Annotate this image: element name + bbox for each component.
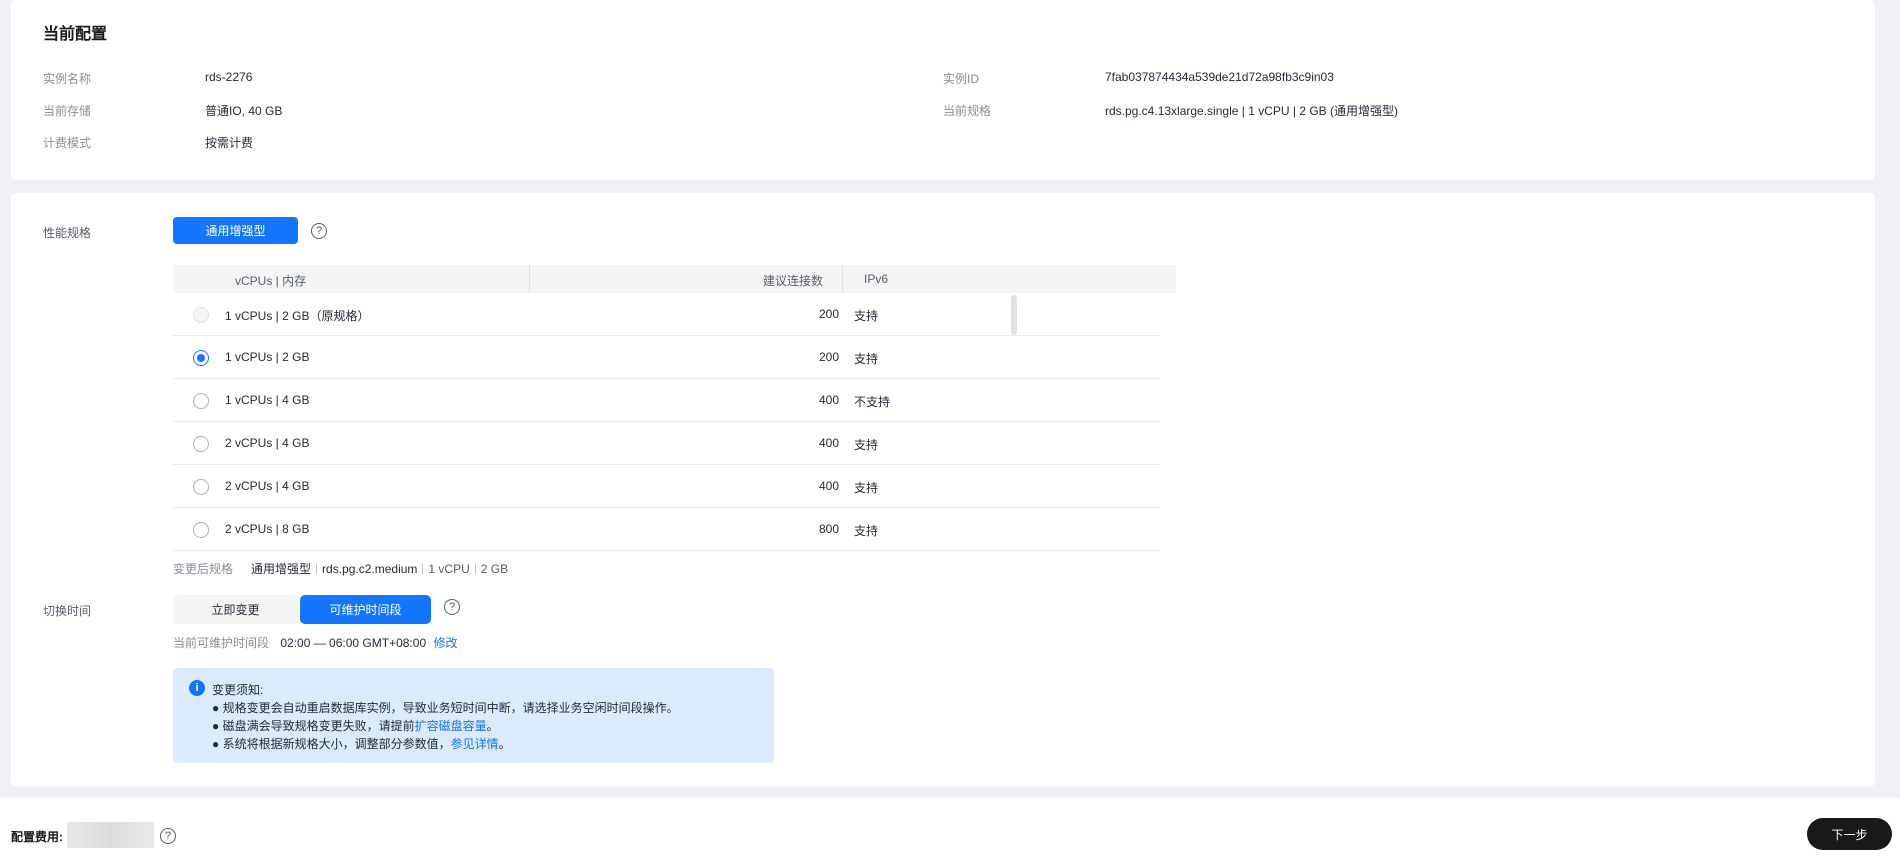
notice-text: 。 xyxy=(498,737,511,751)
spec-radio[interactable] xyxy=(193,350,209,366)
immediate-change-option[interactable]: 立即变更 xyxy=(173,595,298,624)
ipv6-cell: 支持 xyxy=(854,352,879,366)
after-spec-flavor: rds.pg.c2.medium xyxy=(322,561,418,576)
table-scrollbar[interactable] xyxy=(1011,295,1017,335)
info-icon: i xyxy=(189,680,205,696)
after-spec-type: 通用增强型 xyxy=(251,562,312,576)
ipv6-cell: 支持 xyxy=(854,438,879,452)
current-config-card: 当前配置 实例名称 rds-2276 实例ID 7fab037874434a53… xyxy=(11,0,1875,180)
spec-cell: 2 vCPUs | 4 GB xyxy=(225,479,310,493)
switch-time-label: 切换时间 xyxy=(43,604,92,618)
help-icon[interactable]: ? xyxy=(444,599,460,615)
column-divider xyxy=(529,265,530,293)
help-icon[interactable]: ? xyxy=(311,223,327,239)
billing-label: 计费模式 xyxy=(43,136,92,150)
switch-time-selector: 立即变更 可维护时间段 xyxy=(173,595,431,624)
modify-link[interactable]: 修改 xyxy=(433,636,457,650)
change-notice: i 变更须知: ● 规格变更会自动重启数据库实例，导致业务短时间中断，请选择业务… xyxy=(173,668,774,763)
column-header-vcpus: vCPUs | 内存 xyxy=(235,274,307,288)
config-fee-value xyxy=(67,822,154,848)
connections-cell: 200 xyxy=(818,307,839,321)
ipv6-cell: 支持 xyxy=(854,309,879,323)
spec-radio[interactable] xyxy=(193,436,209,452)
divider xyxy=(474,563,476,574)
after-spec-memory: 2 GB xyxy=(480,561,509,576)
maintenance-window-value: 02:00 — 06:00 GMT+08:00 xyxy=(280,636,427,650)
instance-name-value: rds-2276 xyxy=(205,70,253,84)
divider xyxy=(316,563,318,574)
connections-cell: 400 xyxy=(818,479,839,493)
billing-value: 按需计费 xyxy=(205,136,254,150)
spec-cell: 1 vCPUs | 4 GB xyxy=(225,393,310,407)
instance-id-label: 实例ID xyxy=(943,72,980,86)
instance-id-value: 7fab037874434a539de21d72a98fb3c9in03 xyxy=(1105,70,1334,84)
notice-text: 。 xyxy=(486,719,499,733)
spec-row[interactable]: 2 vCPUs | 8 GB 800 支持 xyxy=(173,508,1160,551)
maintenance-window-option[interactable]: 可维护时间段 xyxy=(300,595,431,624)
storage-label: 当前存储 xyxy=(43,104,92,118)
column-header-ipv6: IPv6 xyxy=(864,272,889,286)
notice-item: ● 系统将根据新规格大小，调整部分参数值，参见详情。 xyxy=(212,735,511,752)
notice-item: ● 规格变更会自动重启数据库实例，导致业务短时间中断，请选择业务空闲时间段操作。 xyxy=(212,701,679,715)
column-header-connections: 建议连接数 xyxy=(763,274,824,288)
maintenance-window-label: 当前可维护时间段 xyxy=(173,636,270,650)
see-details-link[interactable]: 参见详情 xyxy=(451,737,499,751)
performance-label: 性能规格 xyxy=(43,226,92,240)
spec-cell: 1 vCPUs | 2 GB（原规格） xyxy=(225,309,370,323)
spec-row[interactable]: 1 vCPUs | 2 GB 200 支持 xyxy=(173,336,1160,379)
notice-text: ● 系统将根据新规格大小，调整部分参数值， xyxy=(212,737,451,751)
spec-row[interactable]: 1 vCPUs | 4 GB 400 不支持 xyxy=(173,379,1160,422)
spec-radio[interactable] xyxy=(193,393,209,409)
notice-title: 变更须知: xyxy=(212,683,264,697)
storage-value: 普通IO, 40 GB xyxy=(205,104,283,118)
spec-cell: 1 vCPUs | 2 GB xyxy=(225,350,310,364)
current-config-title: 当前配置 xyxy=(43,26,108,43)
ipv6-cell: 支持 xyxy=(854,524,879,538)
config-fee-label: 配置费用: xyxy=(11,830,63,844)
spec-row[interactable]: 2 vCPUs | 4 GB 400 支持 xyxy=(173,465,1160,508)
next-step-button[interactable]: 下一步 xyxy=(1807,818,1892,850)
notice-item: ● 磁盘满会导致规格变更失败，请提前扩容磁盘容量。 xyxy=(212,717,499,734)
spec-table: vCPUs | 内存 建议连接数 IPv6 1 vCPUs | 2 GB（原规格… xyxy=(173,265,1176,555)
after-spec: 变更后规格 通用增强型 rds.pg.c2.medium 1 vCPU 2 GB xyxy=(173,560,508,577)
notice-text: ● 磁盘满会导致规格变更失败，请提前 xyxy=(212,719,415,733)
ipv6-cell: 支持 xyxy=(854,481,879,495)
table-header: vCPUs | 内存 建议连接数 IPv6 xyxy=(173,265,1176,293)
current-spec-label: 当前规格 xyxy=(943,104,992,118)
maintenance-window: 当前可维护时间段 02:00 — 06:00 GMT+08:00 修改 xyxy=(173,634,457,651)
spec-cell: 2 vCPUs | 4 GB xyxy=(225,436,310,450)
connections-cell: 800 xyxy=(818,522,839,536)
connections-cell: 400 xyxy=(818,393,839,407)
help-icon[interactable]: ? xyxy=(160,828,176,844)
current-spec-value: rds.pg.c4.13xlarge.single | 1 vCPU | 2 G… xyxy=(1105,104,1398,118)
instance-name-label: 实例名称 xyxy=(43,72,92,86)
spec-radio[interactable] xyxy=(193,522,209,538)
divider xyxy=(422,563,424,574)
spec-change-card: 性能规格 通用增强型 ? vCPUs | 内存 建议连接数 IPv6 1 vCP… xyxy=(11,193,1875,786)
footer-bar: 配置费用: ? 下一步 xyxy=(0,798,1900,861)
connections-cell: 400 xyxy=(818,436,839,450)
after-spec-vcpu: 1 vCPU xyxy=(428,561,470,576)
spec-cell: 2 vCPUs | 8 GB xyxy=(225,522,310,536)
ipv6-cell: 不支持 xyxy=(854,395,891,409)
column-divider xyxy=(842,265,843,293)
expand-disk-link[interactable]: 扩容磁盘容量 xyxy=(415,719,487,733)
spec-radio xyxy=(193,307,209,323)
general-enhanced-type-button[interactable]: 通用增强型 xyxy=(173,217,298,244)
after-spec-label: 变更后规格 xyxy=(173,562,234,576)
spec-radio[interactable] xyxy=(193,479,209,495)
spec-row[interactable]: 2 vCPUs | 4 GB 400 支持 xyxy=(173,422,1160,465)
connections-cell: 200 xyxy=(818,350,839,364)
